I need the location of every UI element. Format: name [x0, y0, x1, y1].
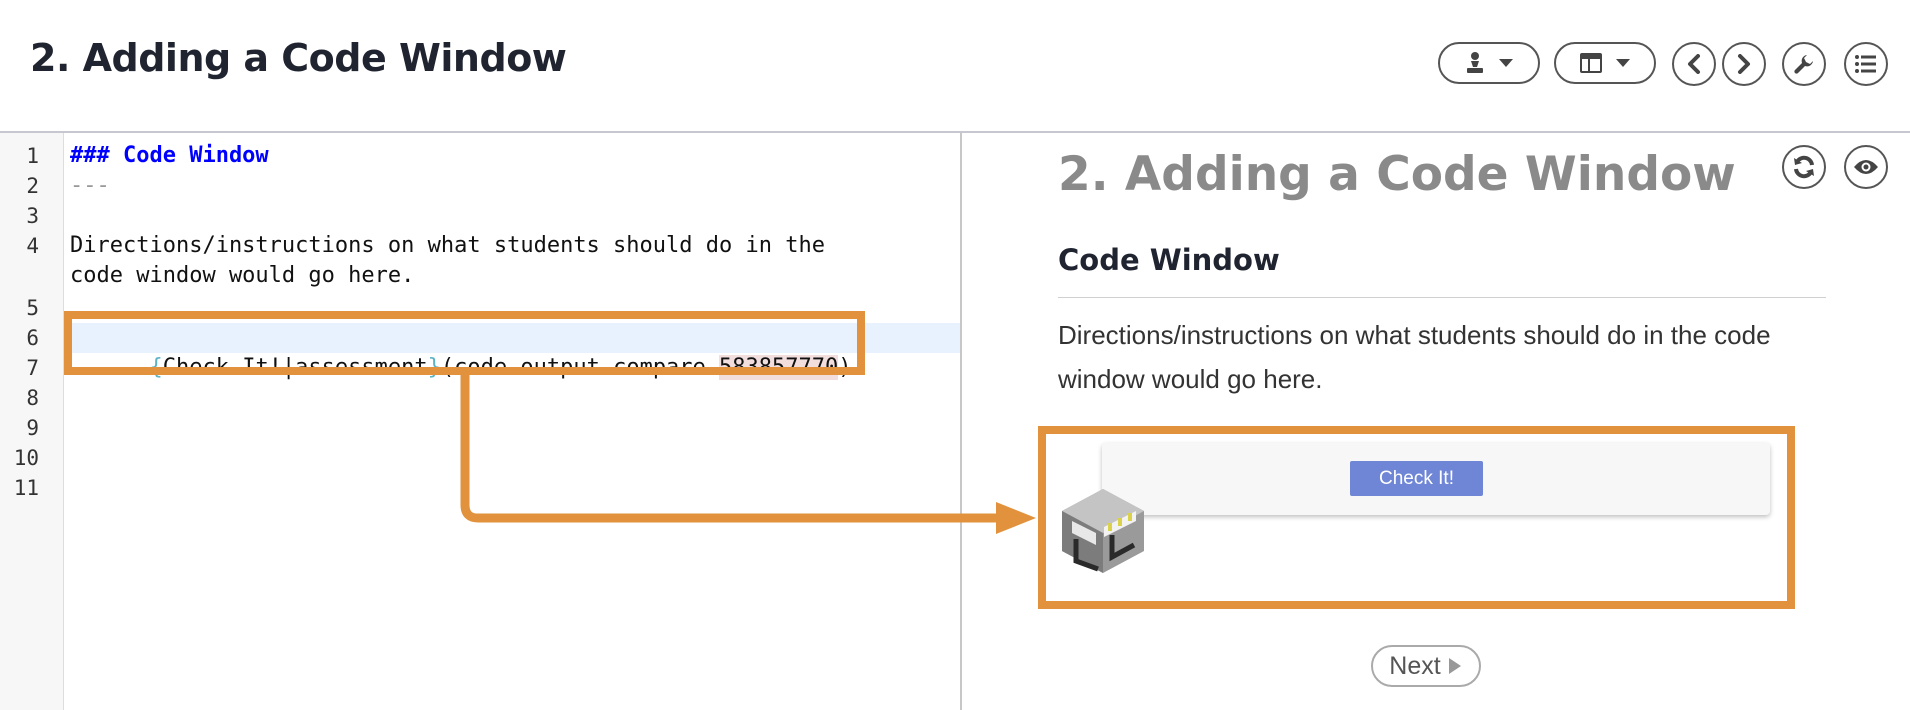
- line-number: 6: [26, 326, 39, 350]
- line-number: 11: [13, 476, 39, 500]
- preview-pane: 2. Adding a Code Window Code Window Dire…: [962, 133, 1910, 710]
- caret-down-icon: [1499, 59, 1513, 67]
- assessment-target-suffix: ): [838, 355, 852, 380]
- wrench-icon: [1794, 55, 1813, 74]
- table-of-contents-button[interactable]: [1844, 42, 1888, 86]
- caret-down-icon: [1616, 59, 1630, 67]
- role-dropdown-button[interactable]: [1438, 42, 1540, 84]
- page-title: 2. Adding a Code Window: [30, 36, 567, 80]
- code-line-heading[interactable]: ### Code Window: [70, 141, 269, 171]
- brace-open: {: [149, 355, 163, 380]
- assessment-widget: Check It!: [1102, 443, 1770, 515]
- code-line-directions-wrap[interactable]: code window would go here.: [70, 261, 414, 291]
- play-icon: [1448, 658, 1461, 674]
- layout-dropdown-button[interactable]: [1554, 42, 1656, 84]
- line-number: 9: [26, 416, 39, 440]
- preview-divider: [1058, 297, 1826, 298]
- line-number: 7: [26, 356, 39, 380]
- eye-icon: [1854, 160, 1878, 174]
- line-number: 5: [26, 296, 39, 320]
- refresh-icon: [1794, 155, 1814, 179]
- brace-close: }: [427, 355, 441, 380]
- code-line-directions[interactable]: Directions/instructions on what students…: [70, 231, 825, 261]
- chess-pawn-icon: [1467, 52, 1483, 73]
- preview-paragraph: Directions/instructions on what students…: [1058, 320, 1771, 394]
- layout-icon: [1580, 53, 1602, 73]
- chevron-right-icon: [1738, 54, 1750, 74]
- code-line-assessment[interactable]: {Check It!|assessment}(code-output-compa…: [70, 323, 852, 413]
- top-bar: 2. Adding a Code Window: [0, 0, 1910, 133]
- markdown-editor[interactable]: 1 2 3 4 5 6 7 8 9 10 11 ### Code Window …: [0, 133, 961, 710]
- check-it-button[interactable]: Check It!: [1350, 461, 1483, 496]
- line-number: 4: [26, 234, 39, 258]
- assessment-target-prefix: (code-output-compare-: [440, 355, 720, 380]
- toolbar: [1434, 42, 1894, 86]
- previous-button[interactable]: [1672, 42, 1716, 86]
- preview-toggle-button[interactable]: [1844, 145, 1888, 189]
- assessment-label-text: Check It!|assessment: [162, 355, 428, 380]
- list-icon: [1855, 55, 1876, 73]
- next-button[interactable]: Next: [1371, 645, 1481, 687]
- line-number-gutter: 1 2 3 4 5 6 7 8 9 10 11: [0, 133, 64, 710]
- code-text-area[interactable]: ### Code Window --- Directions/instructi…: [70, 133, 960, 710]
- code-line-rule[interactable]: ---: [70, 171, 110, 201]
- refresh-button[interactable]: [1782, 145, 1826, 189]
- settings-button[interactable]: [1782, 42, 1826, 86]
- line-number: 3: [26, 204, 39, 228]
- preview-title: 2. Adding a Code Window: [1058, 147, 1736, 202]
- line-number: 1: [26, 144, 39, 168]
- chevron-left-icon: [1688, 54, 1700, 74]
- code-window-icon: [1062, 489, 1144, 573]
- line-number: 10: [13, 446, 39, 470]
- assessment-id: 583857770: [719, 355, 839, 380]
- next-page-button[interactable]: [1722, 42, 1766, 86]
- line-number: 8: [26, 386, 39, 410]
- line-number: 2: [26, 174, 39, 198]
- preview-heading: Code Window: [1058, 243, 1280, 277]
- next-button-label: Next: [1389, 651, 1441, 680]
